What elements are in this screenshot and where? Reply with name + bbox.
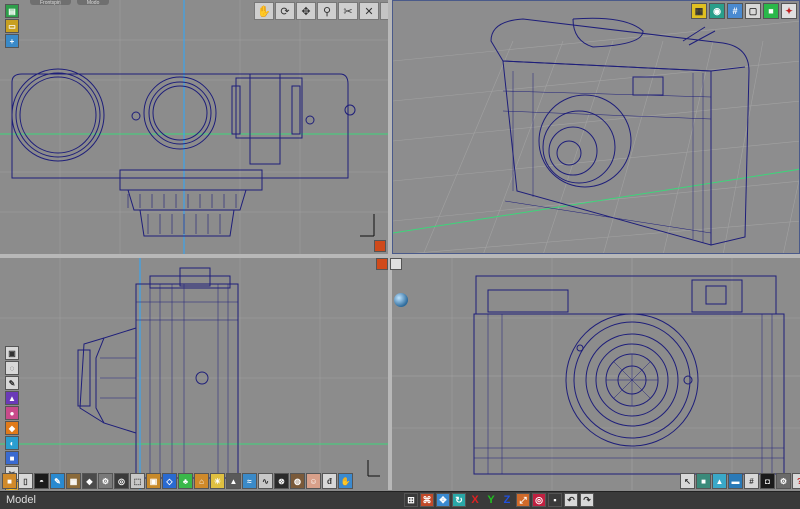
paint-icon[interactable]: ◐ (5, 436, 19, 450)
undo-icon[interactable]: ↶ (564, 493, 578, 507)
grid-icon[interactable]: # (727, 3, 743, 19)
slice-icon[interactable]: ◓ (34, 473, 49, 489)
tool-palette-top: ▤ ▭ + (5, 4, 19, 48)
layer-icon[interactable]: ▤ (5, 4, 19, 18)
mesh-icon[interactable]: ▲ (712, 473, 727, 489)
plane-icon[interactable]: ▬ (728, 473, 743, 489)
window-icon[interactable]: ▢ (745, 3, 761, 19)
scale-icon[interactable]: ⤢ (516, 493, 530, 507)
shape-icon[interactable]: ◇ (162, 473, 177, 489)
cylinder-icon[interactable]: ▯ (18, 473, 33, 489)
link-icon[interactable]: ⌘ (420, 493, 434, 507)
camera-tool-icon[interactable]: ◘ (760, 473, 775, 489)
up-arrow-icon[interactable]: ↑ (380, 2, 388, 20)
bottom-tool-strip-right: ↖ ■ ▲ ▬ # ◘ ⚙ ? (680, 471, 800, 491)
shade-icon[interactable]: ■ (763, 3, 779, 19)
text-tool-icon[interactable]: đ (322, 473, 337, 489)
add-icon[interactable]: + (5, 34, 19, 48)
pointer-icon[interactable]: ↖ (680, 473, 695, 489)
grid-tool-icon[interactable]: # (744, 473, 759, 489)
box-map-icon[interactable]: ■ (696, 473, 711, 489)
axis-z-icon[interactable]: Z (500, 493, 514, 507)
orbit-icon[interactable]: ⟳ (275, 2, 295, 20)
camera-icon[interactable]: ◉ (709, 3, 725, 19)
extrude-icon[interactable]: ⬚ (130, 473, 145, 489)
perspective-view[interactable]: ▦ ◉ # ▢ ■ ✦ (392, 0, 800, 254)
tool-palette-left: ▣ ◌ ✎ ▲ ● ◆ ◐ ■ ✂ ✋ (5, 346, 19, 490)
render-icon[interactable] (376, 258, 388, 270)
snap-icon[interactable]: ⊞ (404, 493, 418, 507)
lathe-icon[interactable]: ⊗ (274, 473, 289, 489)
mode-label: Model (6, 494, 36, 506)
figure-icon[interactable]: ☺ (306, 473, 321, 489)
top-view-wireframe (0, 0, 388, 254)
render-icon[interactable] (374, 240, 386, 252)
triangle-icon[interactable]: ▲ (5, 391, 19, 405)
water-icon[interactable]: ≈ (242, 473, 257, 489)
pen-icon[interactable]: ✎ (50, 473, 65, 489)
lock-icon[interactable]: ▪ (548, 493, 562, 507)
sphere-tool-icon[interactable]: ● (5, 406, 19, 420)
light-bulb-icon[interactable]: ☀ (210, 473, 225, 489)
cube-icon[interactable]: ■ (2, 473, 17, 489)
axis-y-icon[interactable]: Y (484, 493, 498, 507)
select-icon[interactable]: ▣ (5, 346, 19, 360)
view-corner-icons (374, 240, 388, 252)
center-view-icons (376, 258, 402, 270)
material-icon[interactable]: ◆ (5, 421, 19, 435)
perspective-wireframe (393, 17, 799, 253)
axis-x-icon[interactable]: X (468, 493, 482, 507)
plant-icon[interactable]: ♣ (178, 473, 193, 489)
right-view-wireframe (0, 258, 388, 490)
gear-icon[interactable]: ⚙ (98, 473, 113, 489)
chair-icon[interactable]: ⌂ (194, 473, 209, 489)
front-view-wireframe (392, 258, 800, 490)
hand-icon[interactable]: ✋ (338, 473, 353, 489)
status-bar: Model (0, 491, 800, 509)
wheel-icon[interactable]: ◎ (114, 473, 129, 489)
front-orthographic-view[interactable] (392, 258, 800, 490)
settings-icon[interactable]: ⚙ (776, 473, 791, 489)
top-orthographic-view[interactable]: Frontspin Modo ✋ ⟳ ✥ ⚲ ✂ ✕ ▤ ▭ + (0, 0, 388, 254)
sphere-icon[interactable] (394, 293, 408, 307)
move-icon[interactable]: ✥ (436, 493, 450, 507)
zoom-icon[interactable]: ⚲ (317, 2, 337, 20)
view-toolbar: ✋ ⟳ ✥ ⚲ ✂ ✕ ↑ ↓ (254, 2, 388, 20)
sweep-icon[interactable]: ∿ (258, 473, 273, 489)
close-axis-icon[interactable]: ✕ (359, 2, 379, 20)
folder-icon[interactable]: ▭ (5, 19, 19, 33)
light-icon[interactable] (390, 258, 402, 270)
axis-tray: ⊞ ⌘ ✥ ↻ X Y Z ⤢ ◎ ▪ ↶ ↷ (404, 492, 594, 508)
rock-icon[interactable]: ◍ (290, 473, 305, 489)
right-orthographic-view[interactable]: ▣ ◌ ✎ ▲ ● ◆ ◐ ■ ✂ ✋ (0, 258, 388, 490)
target-icon[interactable]: ◎ (532, 493, 546, 507)
terrain-icon[interactable]: ▲ (226, 473, 241, 489)
box-icon[interactable]: ■ (5, 451, 19, 465)
layout-icon[interactable]: ▦ (691, 3, 707, 19)
viewport-splitter-vertical[interactable] (388, 0, 392, 490)
hand-icon[interactable]: ✋ (254, 2, 274, 20)
crate-icon[interactable]: ▦ (66, 473, 81, 489)
light-icon[interactable]: ✦ (781, 3, 797, 19)
redo-icon[interactable]: ↷ (580, 493, 594, 507)
brush-icon[interactable]: ✎ (5, 376, 19, 390)
pan-icon[interactable]: ✥ (296, 2, 316, 20)
lasso-icon[interactable]: ◌ (5, 361, 19, 375)
rotate-icon[interactable]: ↻ (452, 493, 466, 507)
fit-icon[interactable]: ✂ (338, 2, 358, 20)
help-icon[interactable]: ? (792, 473, 800, 489)
bottom-tool-strip-left: ■ ▯ ◓ ✎ ▦ ◆ ⚙ ◎ ⬚ ▣ ◇ ♣ ⌂ ☀ ▲ ≈ ∿ ⊗ ◍ ☺ … (2, 471, 353, 491)
wood-box-icon[interactable]: ▣ (146, 473, 161, 489)
stone-icon[interactable]: ◆ (82, 473, 97, 489)
perspective-toolbar: ▦ ◉ # ▢ ■ ✦ (691, 3, 797, 19)
